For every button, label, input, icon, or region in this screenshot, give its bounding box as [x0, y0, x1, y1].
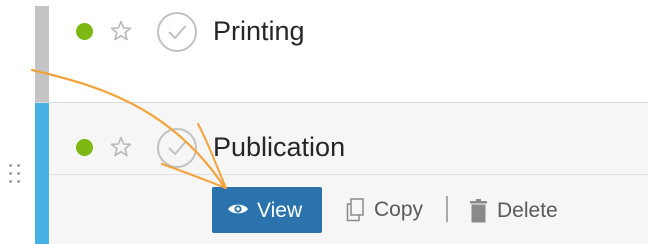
row-divider — [36, 102, 648, 103]
copy-button-label: Copy — [374, 198, 424, 221]
row-accent-bar — [35, 6, 49, 103]
task-title[interactable]: Publication — [213, 131, 345, 163]
drag-handle-icon[interactable] — [7, 162, 23, 186]
eye-icon — [227, 202, 249, 221]
status-dot — [76, 139, 93, 156]
row-accent-bar — [35, 103, 49, 244]
view-button-label: View — [257, 199, 303, 222]
star-outline-icon[interactable] — [109, 135, 133, 159]
action-divider — [446, 196, 448, 222]
check-circle-icon[interactable] — [157, 128, 197, 168]
delete-button-label: Delete — [497, 199, 558, 222]
task-title[interactable]: Printing — [213, 15, 305, 47]
trash-icon — [470, 199, 487, 229]
check-circle-icon[interactable] — [157, 12, 197, 52]
status-dot — [76, 23, 93, 40]
view-button[interactable]: View — [212, 187, 322, 233]
star-outline-icon[interactable] — [109, 19, 133, 43]
row-divider — [50, 174, 648, 175]
copy-icon — [346, 198, 364, 228]
task-list: Printing Publication View Copy Delete — [0, 0, 648, 244]
